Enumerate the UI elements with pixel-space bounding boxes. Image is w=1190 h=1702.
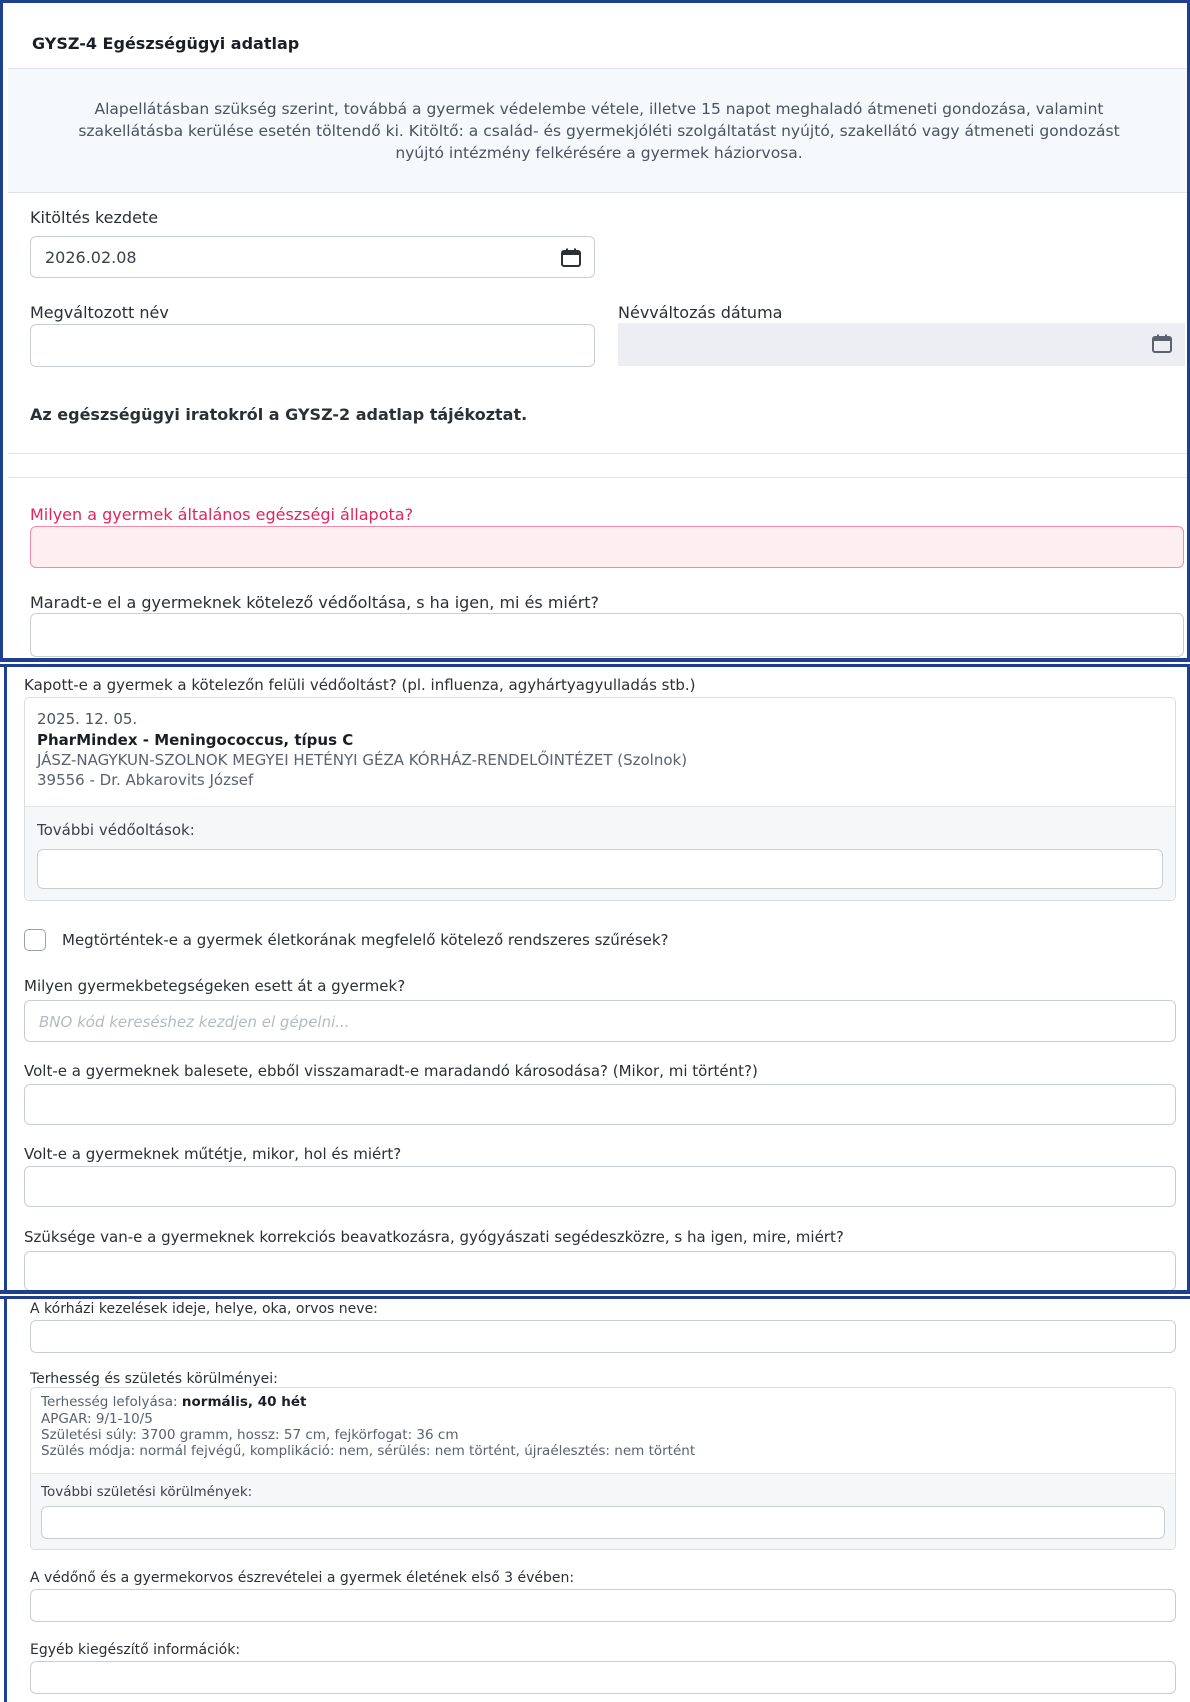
panel-form-bottom: A kórházi kezelések ideje, helye, oka, o… <box>0 1296 1190 1702</box>
name-change-date-label: Névváltozás dátuma <box>618 303 783 322</box>
frame-border <box>4 664 7 1294</box>
panel-form-middle: Kapott-e a gyermek a kötelezőn felüli vé… <box>0 664 1190 1294</box>
correction-field[interactable] <box>24 1251 1176 1291</box>
frame-border <box>0 658 1190 662</box>
more-birth-label: További születési körülmények: <box>41 1484 253 1500</box>
vaccination-card: 2025. 12. 05. PharMindex - Meningococcus… <box>24 697 1176 901</box>
records-note: Az egészségügyi iratokról a GYSZ-2 adatl… <box>30 405 528 424</box>
pregnancy-course-value: normális, 40 hét <box>181 1394 307 1410</box>
frame-border <box>0 0 1190 3</box>
intro-box: Alapellátásban szükség szerint, továbbá … <box>8 69 1190 193</box>
divider <box>8 453 1190 454</box>
accident-label: Volt-e a gyermeknek balesete, ebből viss… <box>24 1062 758 1080</box>
pregnancy-label: Terhesség és születés körülményei: <box>30 1371 278 1387</box>
vaccination-date: 2025. 12. 05. <box>37 710 138 728</box>
missed-vaccines-label: Maradt-e el a gyermeknek kötelező védőol… <box>30 593 600 612</box>
start-date-value: 2026.02.08 <box>45 248 137 267</box>
start-date-field[interactable]: 2026.02.08 <box>30 236 595 278</box>
pregnancy-course: Terhesség lefolyása: normális, 40 hét <box>41 1394 306 1410</box>
surgery-label: Volt-e a gyermeknek műtétje, mikor, hol … <box>24 1145 402 1163</box>
correction-label: Szüksége van-e a gyermeknek korrekciós b… <box>24 1228 844 1246</box>
nurse-notes-field[interactable] <box>30 1589 1176 1622</box>
frame-border <box>0 1296 1190 1299</box>
name-change-date-field <box>618 323 1185 366</box>
calendar-icon <box>1152 334 1172 353</box>
vaccination-institution: JÁSZ-NAGYKUN-SZOLNOK MEGYEI HETÉNYI GÉZA… <box>37 751 688 769</box>
more-vaccines-section: További védőoltások: <box>25 806 1175 900</box>
changed-name-label: Megváltozott név <box>30 303 169 322</box>
more-vaccines-field[interactable] <box>37 849 1163 889</box>
vaccination-doctor: 39556 - Dr. Abkarovits József <box>37 771 254 789</box>
vaccine-name: PharMindex - Meningococcus, típus C <box>37 731 354 749</box>
page-title: GYSZ-4 Egészségügyi adatlap <box>32 34 300 53</box>
divider <box>8 477 1190 478</box>
more-birth-section: További születési körülmények: <box>31 1473 1175 1549</box>
birth-measurements: Születési súly: 3700 gramm, hossz: 57 cm… <box>41 1427 459 1443</box>
other-info-label: Egyéb kiegészítő információk: <box>30 1642 241 1658</box>
frame-border <box>0 0 3 662</box>
hospital-label: A kórházi kezelések ideje, helye, oka, o… <box>30 1301 378 1317</box>
other-info-field[interactable] <box>30 1661 1176 1694</box>
diseases-search-input[interactable]: BNO kód kereséshez kezdjen el gépelni... <box>24 1000 1176 1042</box>
calendar-icon[interactable] <box>560 248 582 268</box>
health-state-label: Milyen a gyermek általános egészségi áll… <box>30 505 414 524</box>
accident-field[interactable] <box>24 1084 1176 1125</box>
start-date-label: Kitöltés kezdete <box>30 208 159 227</box>
pregnancy-course-label: Terhesség lefolyása: <box>41 1394 182 1410</box>
frame-border <box>0 664 1190 667</box>
surgery-field[interactable] <box>24 1166 1176 1207</box>
birth-mode: Szülés módja: normál fejvégű, komplikáci… <box>41 1443 696 1459</box>
apgar-score: APGAR: 9/1-10/5 <box>41 1411 153 1427</box>
diseases-label: Milyen gyermekbetegségeken esett át a gy… <box>24 977 406 995</box>
hospital-field[interactable] <box>30 1320 1176 1353</box>
screenings-label: Megtörténtek-e a gyermek életkorának meg… <box>62 931 669 949</box>
frame-border <box>0 1290 1190 1294</box>
pregnancy-card: Terhesség lefolyása: normális, 40 hét AP… <box>30 1387 1176 1550</box>
intro-text: Alapellátásban szükség szerint, továbbá … <box>78 99 1120 162</box>
nurse-notes-label: A védőnő és a gyermekorvos észrevételei … <box>30 1570 575 1586</box>
missed-vaccines-field[interactable] <box>30 613 1184 657</box>
diseases-placeholder: BNO kód kereséshez kezdjen el gépelni... <box>39 1013 350 1031</box>
panel-form-top: GYSZ-4 Egészségügyi adatlap Alapellátásb… <box>0 0 1190 662</box>
more-birth-field[interactable] <box>41 1506 1165 1539</box>
health-state-field[interactable] <box>30 526 1184 568</box>
frame-border <box>4 1296 7 1702</box>
screenings-checkbox[interactable] <box>24 929 46 951</box>
more-vaccines-label: További védőoltások: <box>37 821 195 839</box>
extra-vaccines-label: Kapott-e a gyermek a kötelezőn felüli vé… <box>24 676 696 694</box>
changed-name-field[interactable] <box>30 324 595 367</box>
